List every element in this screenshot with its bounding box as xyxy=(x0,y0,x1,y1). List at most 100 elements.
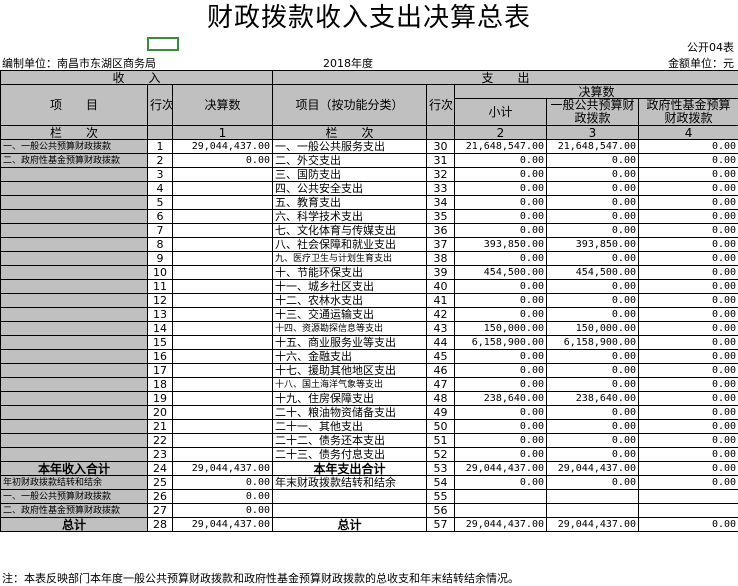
subtotal-value[interactable]: 0.00 xyxy=(455,224,547,238)
expense-row-no[interactable]: 42 xyxy=(427,308,455,322)
expense-item[interactable]: 三、国防支出 xyxy=(273,168,427,182)
income-amount[interactable] xyxy=(173,238,273,252)
general-budget-value[interactable]: 0.00 xyxy=(547,252,639,266)
income-amount[interactable] xyxy=(173,350,273,364)
subtotal-value[interactable]: 29,044,437.00 xyxy=(455,518,547,532)
income-row-no[interactable]: 9 xyxy=(148,252,173,266)
gov-fund-value[interactable]: 0.00 xyxy=(639,364,738,378)
income-row-no[interactable]: 2 xyxy=(148,154,173,168)
expense-item[interactable]: 二十、粮油物资储备支出 xyxy=(273,406,427,420)
expense-item[interactable]: 十二、农林水支出 xyxy=(273,294,427,308)
general-budget-value[interactable]: 29,044,437.00 xyxy=(547,518,639,532)
expense-item[interactable]: 二十二、债务还本支出 xyxy=(273,434,427,448)
general-budget-value[interactable]: 393,850.00 xyxy=(547,238,639,252)
expense-row-no[interactable]: 41 xyxy=(427,294,455,308)
subtotal-value[interactable]: 0.00 xyxy=(455,154,547,168)
expense-item[interactable]: 本年支出合计 xyxy=(273,462,427,476)
expense-row-no[interactable]: 45 xyxy=(427,350,455,364)
subtotal-value[interactable]: 0.00 xyxy=(455,448,547,462)
income-item[interactable]: 一、一般公共预算财政拨款 xyxy=(1,140,148,154)
income-item[interactable] xyxy=(1,322,148,336)
income-amount[interactable] xyxy=(173,280,273,294)
general-budget-value[interactable] xyxy=(547,490,639,504)
gov-fund-value[interactable]: 0.00 xyxy=(639,308,738,322)
income-item[interactable]: 二、政府性基金预算财政拨款 xyxy=(1,154,148,168)
income-row-no[interactable]: 27 xyxy=(148,504,173,518)
income-row-no[interactable]: 7 xyxy=(148,224,173,238)
expense-row-no[interactable]: 31 xyxy=(427,154,455,168)
income-item[interactable] xyxy=(1,252,148,266)
expense-row-no[interactable]: 35 xyxy=(427,210,455,224)
income-amount[interactable] xyxy=(173,336,273,350)
expense-row-no[interactable]: 37 xyxy=(427,238,455,252)
expense-item[interactable]: 十九、住房保障支出 xyxy=(273,392,427,406)
income-item[interactable] xyxy=(1,336,148,350)
gov-fund-value[interactable]: 0.00 xyxy=(639,140,738,154)
income-amount[interactable]: 0.00 xyxy=(173,476,273,490)
subtotal-value[interactable]: 0.00 xyxy=(455,252,547,266)
general-budget-value[interactable]: 6,158,900.00 xyxy=(547,336,639,350)
general-budget-value[interactable] xyxy=(547,504,639,518)
expense-row-no[interactable]: 48 xyxy=(427,392,455,406)
income-row-no[interactable]: 22 xyxy=(148,434,173,448)
income-row-no[interactable]: 12 xyxy=(148,294,173,308)
selected-cell[interactable] xyxy=(147,37,179,51)
income-item[interactable] xyxy=(1,448,148,462)
gov-fund-value[interactable]: 0.00 xyxy=(639,210,738,224)
income-item[interactable] xyxy=(1,420,148,434)
gov-fund-value[interactable]: 0.00 xyxy=(639,238,738,252)
income-row-no[interactable]: 8 xyxy=(148,238,173,252)
income-item[interactable] xyxy=(1,182,148,196)
expense-item[interactable]: 七、文化体育与传媒支出 xyxy=(273,224,427,238)
expense-item[interactable]: 十八、国土海洋气象等支出 xyxy=(273,378,427,392)
income-amount[interactable] xyxy=(173,406,273,420)
income-row-no[interactable]: 28 xyxy=(148,518,173,532)
income-row-no[interactable]: 20 xyxy=(148,406,173,420)
income-amount[interactable]: 29,044,437.00 xyxy=(173,140,273,154)
gov-fund-value[interactable]: 0.00 xyxy=(639,294,738,308)
general-budget-value[interactable]: 0.00 xyxy=(547,154,639,168)
subtotal-value[interactable]: 393,850.00 xyxy=(455,238,547,252)
income-row-no[interactable]: 17 xyxy=(148,364,173,378)
income-item[interactable] xyxy=(1,350,148,364)
general-budget-value[interactable]: 0.00 xyxy=(547,196,639,210)
general-budget-value[interactable]: 0.00 xyxy=(547,294,639,308)
income-amount[interactable] xyxy=(173,322,273,336)
expense-item[interactable]: 二、外交支出 xyxy=(273,154,427,168)
subtotal-value[interactable]: 0.00 xyxy=(455,294,547,308)
income-row-no[interactable]: 18 xyxy=(148,378,173,392)
income-row-no[interactable]: 1 xyxy=(148,140,173,154)
income-row-no[interactable]: 11 xyxy=(148,280,173,294)
income-item[interactable]: 本年收入合计 xyxy=(1,462,148,476)
income-item[interactable]: 二、政府性基金预算财政拨款 xyxy=(1,504,148,518)
income-row-no[interactable]: 24 xyxy=(148,462,173,476)
subtotal-value[interactable]: 0.00 xyxy=(455,196,547,210)
general-budget-value[interactable]: 0.00 xyxy=(547,224,639,238)
general-budget-value[interactable]: 21,648,547.00 xyxy=(547,140,639,154)
income-row-no[interactable]: 19 xyxy=(148,392,173,406)
general-budget-value[interactable]: 0.00 xyxy=(547,308,639,322)
income-row-no[interactable]: 16 xyxy=(148,350,173,364)
income-amount[interactable]: 0.00 xyxy=(173,490,273,504)
expense-row-no[interactable]: 51 xyxy=(427,434,455,448)
income-amount[interactable] xyxy=(173,196,273,210)
subtotal-value[interactable]: 0.00 xyxy=(455,434,547,448)
general-budget-value[interactable]: 0.00 xyxy=(547,476,639,490)
income-amount[interactable] xyxy=(173,252,273,266)
subtotal-value[interactable]: 0.00 xyxy=(455,476,547,490)
subtotal-value[interactable]: 0.00 xyxy=(455,420,547,434)
income-row-no[interactable]: 4 xyxy=(148,182,173,196)
general-budget-value[interactable]: 0.00 xyxy=(547,364,639,378)
subtotal-value[interactable]: 29,044,437.00 xyxy=(455,462,547,476)
income-amount[interactable]: 29,044,437.00 xyxy=(173,462,273,476)
general-budget-value[interactable]: 0.00 xyxy=(547,434,639,448)
income-row-no[interactable]: 6 xyxy=(148,210,173,224)
subtotal-value[interactable] xyxy=(455,490,547,504)
subtotal-value[interactable]: 21,648,547.00 xyxy=(455,140,547,154)
gov-fund-value[interactable]: 0.00 xyxy=(639,224,738,238)
expense-item[interactable]: 十七、援助其他地区支出 xyxy=(273,364,427,378)
income-item[interactable] xyxy=(1,266,148,280)
subtotal-value[interactable]: 0.00 xyxy=(455,350,547,364)
expense-row-no[interactable]: 38 xyxy=(427,252,455,266)
gov-fund-value[interactable]: 0.00 xyxy=(639,266,738,280)
